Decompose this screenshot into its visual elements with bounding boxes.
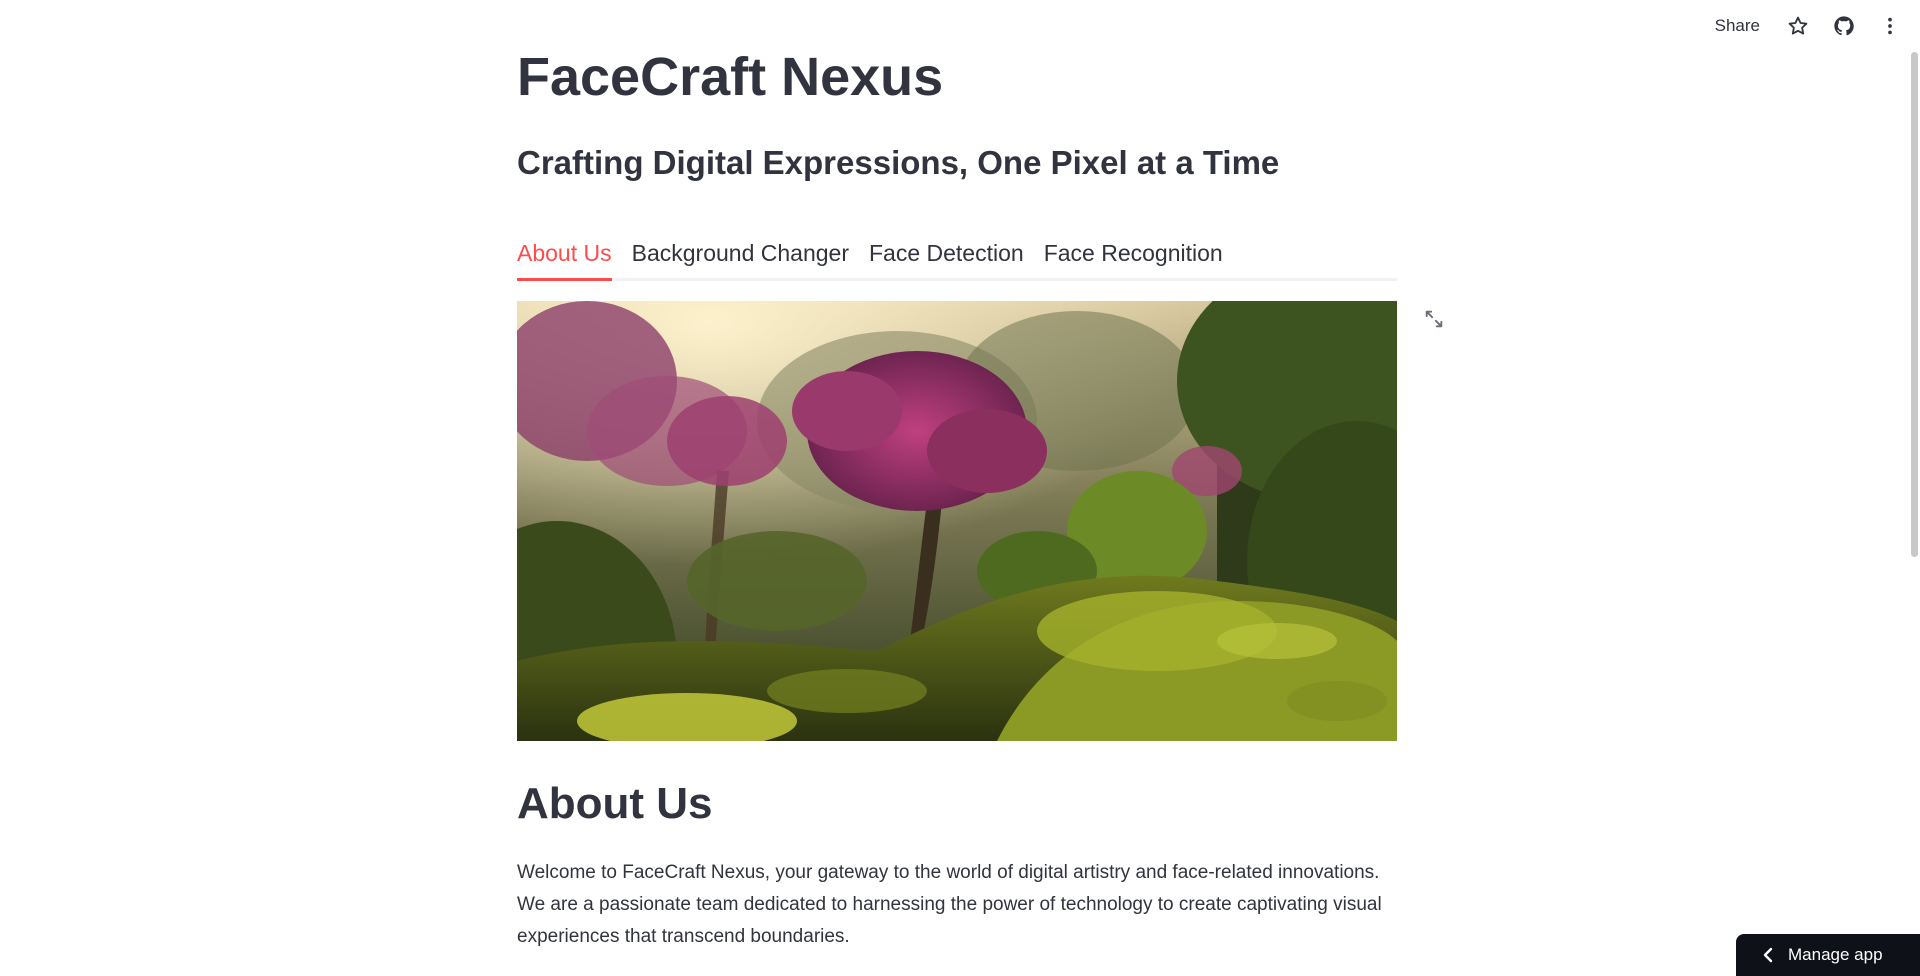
manage-app-label: Manage app: [1788, 945, 1883, 964]
app-subtitle: Crafting Digital Expressions, One Pixel …: [517, 144, 1280, 181]
scrollbar-thumb[interactable]: [1911, 52, 1918, 557]
star-icon[interactable]: [1782, 10, 1814, 42]
hero-image-container: [517, 301, 1397, 741]
tab-background-changer[interactable]: Background Changer: [632, 232, 849, 278]
share-button[interactable]: Share: [1707, 12, 1768, 40]
page-scrollbar[interactable]: [1908, 0, 1920, 976]
tab-face-detection[interactable]: Face Detection: [869, 232, 1024, 278]
about-us-paragraph: Welcome to FaceCraft Nexus, your gateway…: [517, 862, 1382, 947]
tab-about-us[interactable]: About Us: [517, 232, 612, 281]
github-icon[interactable]: [1828, 10, 1860, 42]
app-page: Share FaceCraft Nexus Crafting Digital E…: [0, 0, 1920, 976]
about-us-heading: About Us: [517, 779, 713, 828]
hero-forest-image: [517, 301, 1397, 741]
fullscreen-icon[interactable]: [1420, 305, 1448, 333]
more-vert-icon[interactable]: [1874, 10, 1906, 42]
top-toolbar: Share: [1707, 10, 1906, 42]
tab-face-recognition[interactable]: Face Recognition: [1044, 232, 1223, 278]
chevron-left-icon: [1762, 947, 1774, 963]
app-title: FaceCraft Nexus: [517, 47, 944, 107]
tab-bar: About Us Background Changer Face Detecti…: [517, 232, 1397, 281]
manage-app-button[interactable]: Manage app: [1736, 934, 1920, 976]
